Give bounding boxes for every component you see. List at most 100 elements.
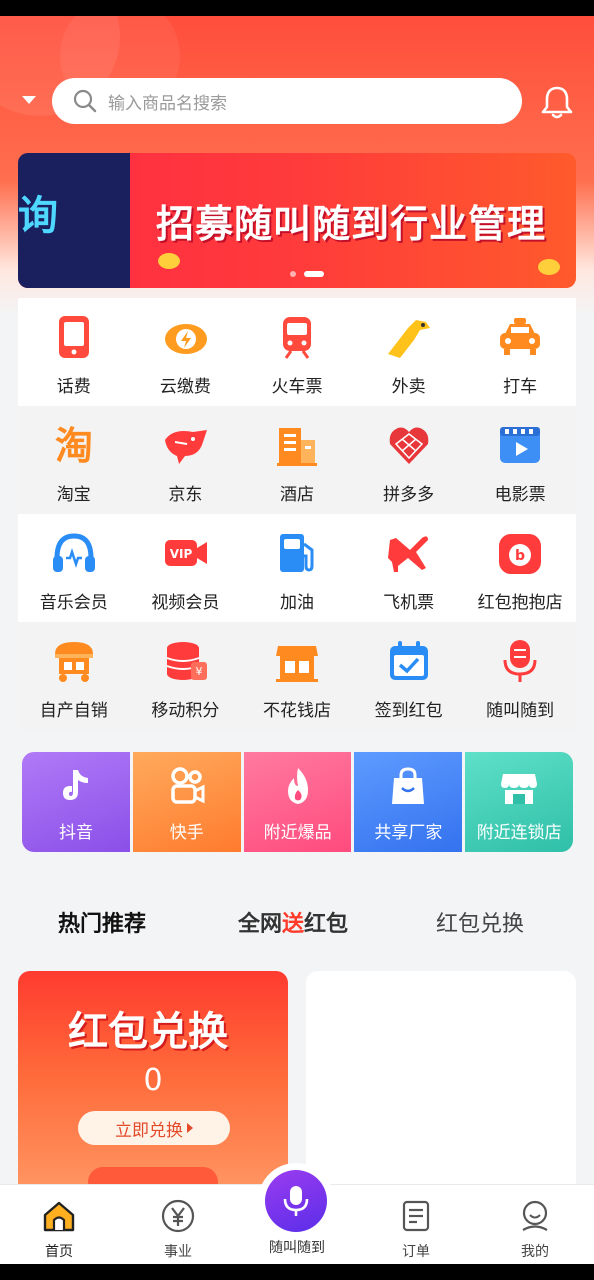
service-on-call[interactable]: 随叫随到 <box>464 622 576 730</box>
promo-nearby-chain[interactable]: 附近连锁店 <box>465 752 573 852</box>
nav-label-on-call: 随叫随到 <box>269 1240 325 1256</box>
kangaroo-icon <box>387 320 430 358</box>
promo-label: 快手 <box>169 823 204 843</box>
search-input[interactable]: 输入商品名搜索 <box>52 78 522 124</box>
service-row: 自产自销 ¥ 移动积分 不花钱店 签到红包 随叫随到 <box>18 622 576 730</box>
service-phone-bill[interactable]: 话费 <box>18 298 130 406</box>
calendar-check-icon <box>389 641 428 680</box>
service-music-vip[interactable]: 音乐会员 <box>18 514 130 622</box>
service-jd[interactable]: 京东 <box>130 406 242 514</box>
nav-orders[interactable]: 订单 <box>357 1185 475 1265</box>
service-label: 打车 <box>503 377 538 397</box>
service-label: 加油 <box>279 593 314 613</box>
service-label: 云缴费 <box>159 377 211 397</box>
service-checkin-red-packet[interactable]: 签到红包 <box>353 622 465 730</box>
service-movie-ticket[interactable]: 电影票 <box>464 406 576 514</box>
exchange-count: 0 <box>143 1063 163 1098</box>
microphone-icon <box>503 640 537 682</box>
status-bar <box>0 0 594 16</box>
service-self-produce[interactable]: 自产自销 <box>18 622 130 730</box>
service-cloud-pay[interactable]: 云缴费 <box>130 298 242 406</box>
banner-side-text: 询 <box>18 193 58 239</box>
service-taxi[interactable]: 打车 <box>464 298 576 406</box>
hotel-icon <box>277 428 318 466</box>
yuan-coin-icon <box>161 1199 195 1233</box>
service-video-vip[interactable]: VIP 视频会员 <box>130 514 242 622</box>
promo-banner[interactable]: 询 招募随叫随到行业管理 <box>18 153 576 288</box>
red-packet-store-icon: b <box>499 534 542 574</box>
service-label: 移动积分 <box>151 701 220 721</box>
promo-kuaishou[interactable]: 快手 <box>132 752 241 852</box>
promo-shared-factory[interactable]: 共享厂家 <box>354 752 463 852</box>
promo-label: 抖音 <box>59 823 93 843</box>
service-pinduoduo[interactable]: 拼多多 <box>353 406 465 514</box>
product-card[interactable] <box>306 971 576 1201</box>
service-label: 话费 <box>56 377 91 397</box>
service-label: 电影票 <box>494 485 546 505</box>
recommend-tabs: 热门推荐 全网送红包 红包兑换 <box>0 898 594 948</box>
promo-douyin[interactable]: 抖音 <box>22 752 130 852</box>
cloud-bolt-icon <box>164 324 207 354</box>
coins-stack-icon: ¥ <box>166 642 207 680</box>
service-label: 外卖 <box>391 377 426 397</box>
home-icon <box>43 1201 75 1232</box>
taobao-icon: 淘 <box>55 424 93 468</box>
search-icon <box>73 89 97 113</box>
free-store-icon <box>276 646 319 682</box>
pagination-dot-active <box>304 271 324 277</box>
nav-home[interactable]: 首页 <box>0 1185 118 1265</box>
tab-text: 红包 <box>304 912 349 937</box>
nav-label: 首页 <box>45 1244 73 1260</box>
promo-nearby-hot[interactable]: 附近爆品 <box>243 752 352 852</box>
service-mobile-points[interactable]: ¥ 移动积分 <box>130 622 242 730</box>
jd-dog-icon <box>164 430 207 464</box>
order-list-icon <box>402 1200 430 1232</box>
service-fuel[interactable]: 加油 <box>241 514 353 622</box>
service-label: 飞机票 <box>383 593 435 613</box>
service-label: 京东 <box>168 485 203 505</box>
service-free-store[interactable]: 不花钱店 <box>241 622 353 730</box>
exchange-card[interactable]: 红包兑换 0 立即兑换 <box>18 971 288 1201</box>
notification-bell-icon[interactable] <box>540 84 574 120</box>
service-hotel[interactable]: 酒店 <box>241 406 353 514</box>
market-stall-icon <box>55 642 93 682</box>
kuaishou-icon <box>171 767 205 804</box>
service-label: 红包抱抱店 <box>477 593 563 613</box>
nav-mine[interactable]: 我的 <box>476 1185 594 1265</box>
fuel-pump-icon <box>280 534 314 572</box>
svg-text:b: b <box>515 548 525 564</box>
service-taobao[interactable]: 淘 淘宝 <box>18 406 130 514</box>
service-label: 自产自销 <box>39 701 108 721</box>
service-takeout[interactable]: 外卖 <box>353 298 465 406</box>
exchange-card-title: 红包兑换 <box>68 1009 228 1055</box>
nav-business[interactable]: 事业 <box>119 1185 237 1265</box>
service-label: 淘宝 <box>56 485 91 505</box>
service-grid: 话费 云缴费 火车票 外卖 打车 淘 淘宝 京东 酒店 拼多多 电影票 音乐会员… <box>18 298 576 730</box>
tiktok-icon <box>63 770 88 800</box>
arrow-right-icon <box>187 1123 193 1133</box>
tab-text: 全网 <box>238 912 283 937</box>
service-row: 话费 云缴费 火车票 外卖 打车 <box>18 298 576 406</box>
location-dropdown-caret-icon[interactable] <box>22 96 36 104</box>
exchange-now-button[interactable]: 立即兑换 <box>78 1111 230 1145</box>
pinduoduo-icon <box>389 427 429 464</box>
search-placeholder: 输入商品名搜索 <box>108 93 227 114</box>
flame-icon <box>287 768 308 804</box>
service-label: 不花钱店 <box>262 701 331 721</box>
headphones-icon <box>53 533 95 572</box>
nav-label: 订单 <box>402 1244 430 1260</box>
service-train-ticket[interactable]: 火车票 <box>241 298 353 406</box>
tab-red-packet-exchange[interactable]: 红包兑换 <box>436 906 524 938</box>
banner-title: 招募随叫随到行业管理 <box>156 202 547 246</box>
tab-hot-recommend[interactable]: 热门推荐 <box>58 906 147 940</box>
coin-icon <box>158 253 180 269</box>
svg-text:VIP: VIP <box>169 547 192 561</box>
vip-video-icon: VIP <box>164 540 207 566</box>
service-red-packet-store[interactable]: b 红包抱抱店 <box>464 514 576 622</box>
on-call-center-button[interactable] <box>265 1170 327 1232</box>
exchange-button-label: 立即兑换 <box>115 1120 183 1141</box>
tab-network-red-packet[interactable]: 全网送红包 <box>238 906 348 938</box>
svg-text:淘: 淘 <box>55 424 93 468</box>
service-flight[interactable]: 飞机票 <box>353 514 465 622</box>
service-row: 音乐会员 VIP 视频会员 加油 飞机票 b 红包抱抱店 <box>18 514 576 622</box>
